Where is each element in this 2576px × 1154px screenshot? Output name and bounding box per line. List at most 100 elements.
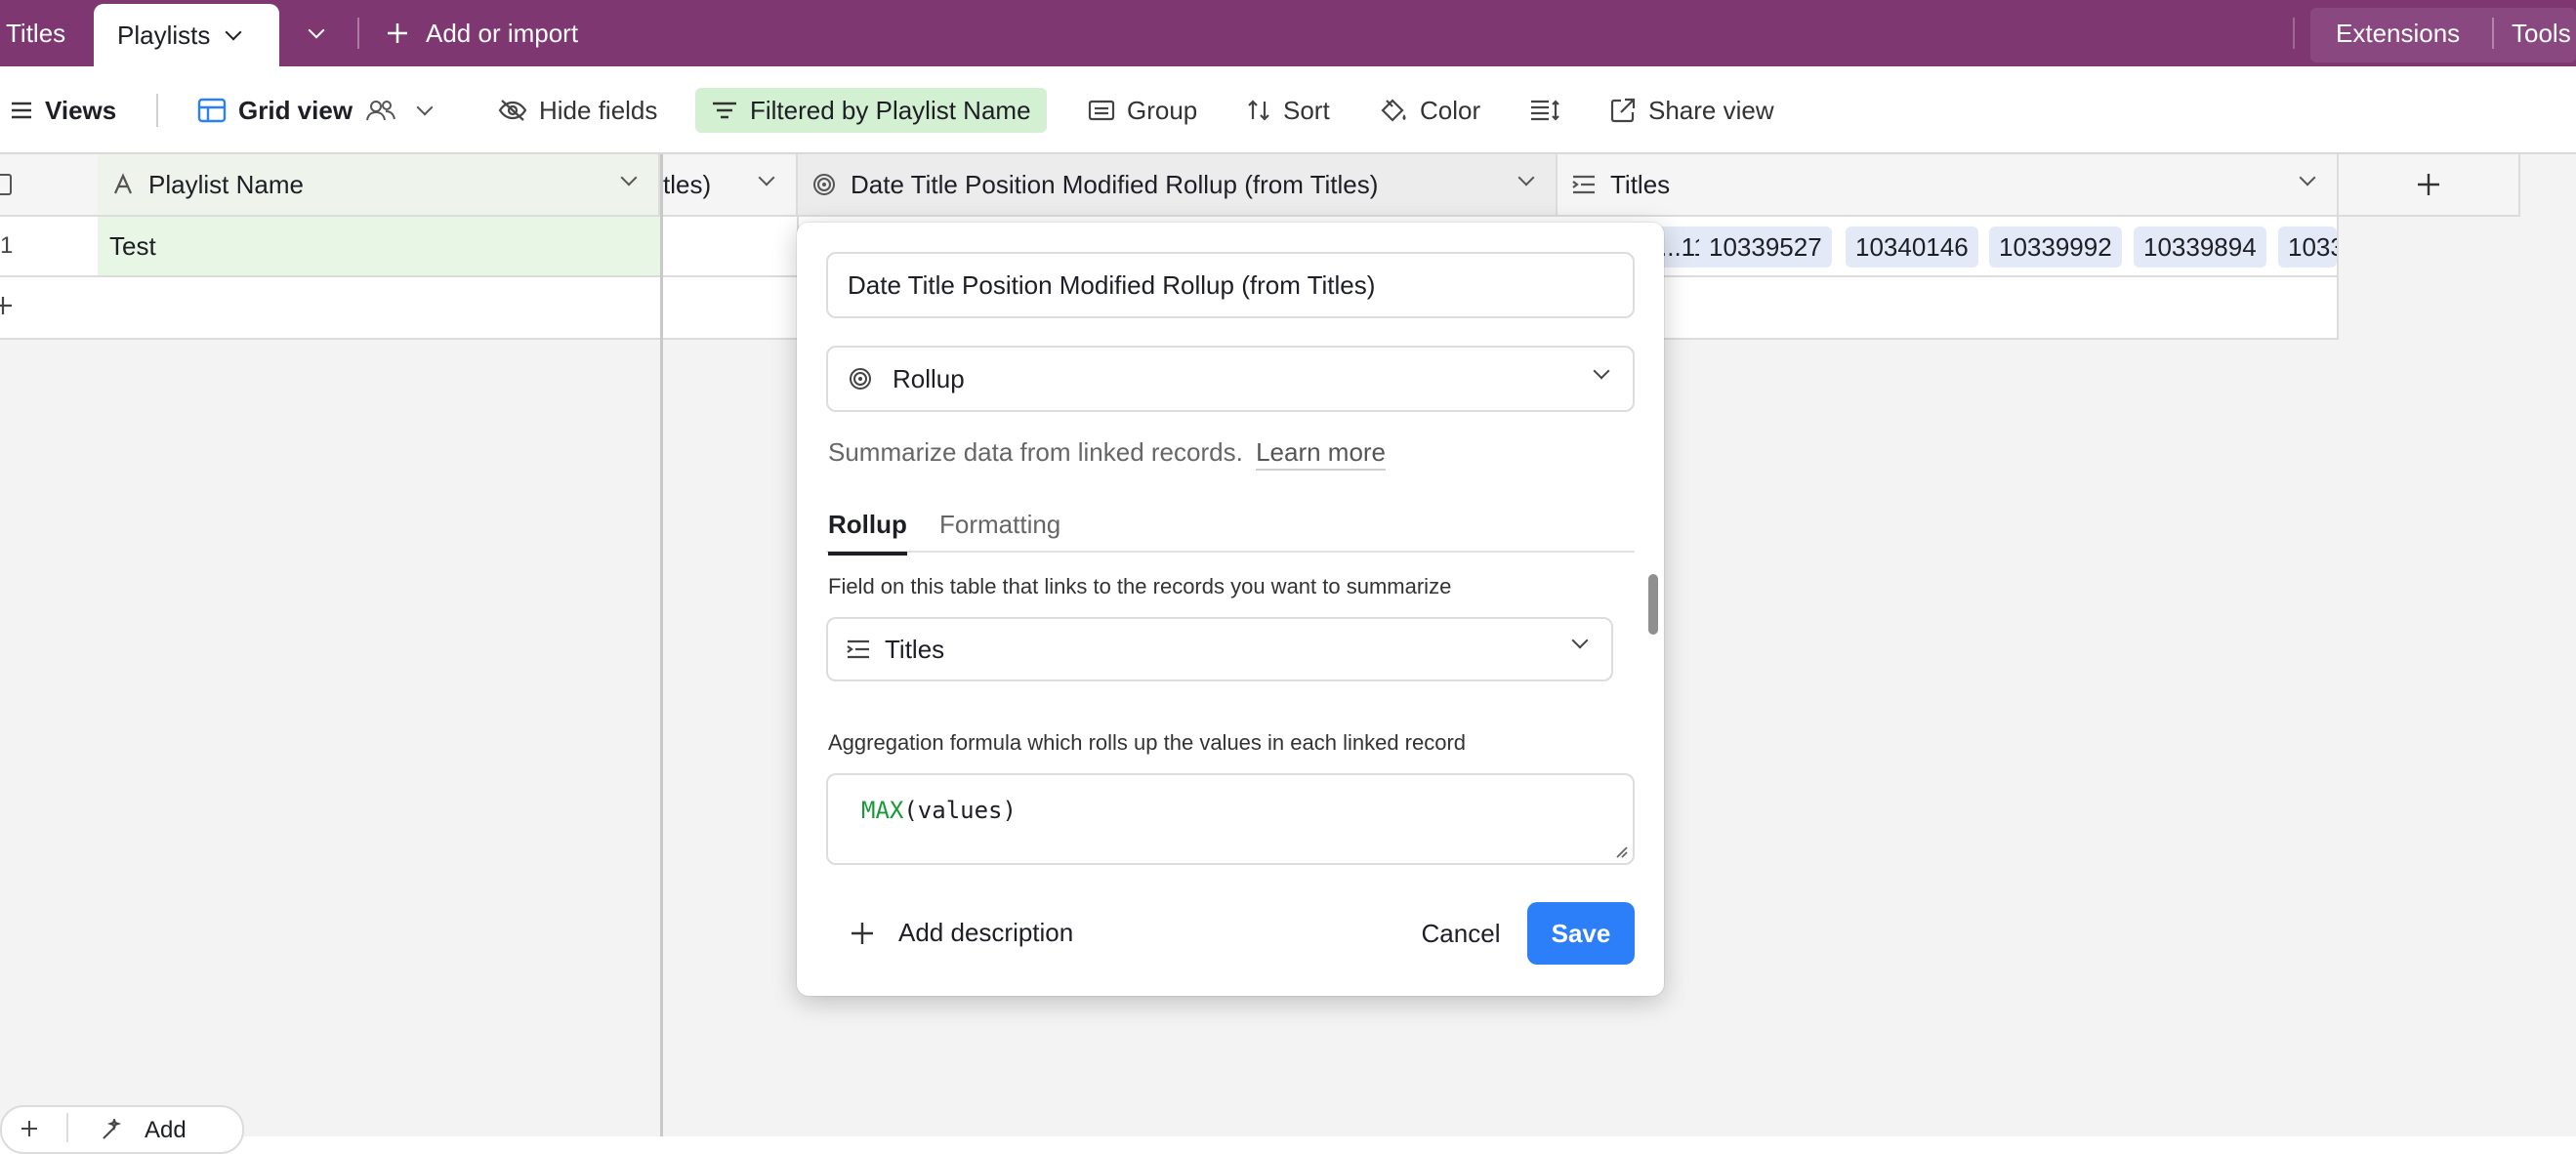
filter-label: Filtered by Playlist Name	[750, 95, 1031, 125]
tab-rollup-label: Rollup	[828, 510, 907, 539]
grid-view-button[interactable]: Grid view	[197, 88, 434, 133]
column-header-date-title-rollup[interactable]: Date Title Position Modified Rollup (fro…	[798, 154, 1558, 215]
hamburger-icon	[12, 102, 31, 119]
linked-record-chip[interactable]: 1033...	[2278, 227, 2337, 268]
cell-playlist-name[interactable]: Test	[98, 217, 660, 275]
field-name-value: Date Title Position Modified Rollup (fro…	[848, 269, 1376, 300]
chevron-down-icon	[308, 21, 325, 39]
group-icon	[1088, 100, 1115, 121]
tools-button[interactable]: Tools	[2512, 0, 2571, 66]
share-icon	[1610, 98, 1636, 123]
formula-text: MAX(values)	[861, 797, 1017, 824]
learn-more-link[interactable]: Learn more	[1256, 437, 1387, 471]
tab-rollup[interactable]: Rollup	[828, 510, 907, 556]
grid-icon	[197, 98, 227, 123]
field-name-input[interactable]: Date Title Position Modified Rollup (fro…	[826, 252, 1635, 318]
formula-textarea[interactable]: MAX(values)	[826, 773, 1635, 865]
plus-icon	[0, 297, 12, 314]
divider	[357, 18, 359, 49]
chevron-down-icon[interactable]	[620, 169, 638, 186]
chevron-down-icon	[1593, 362, 1610, 380]
add-or-import-button[interactable]: Add or import	[385, 0, 578, 66]
base-tab-bar: Titles Playlists Add or import Extension…	[0, 0, 2576, 66]
divider	[156, 94, 158, 127]
linked-record-chip[interactable]: 10340146	[1846, 227, 1978, 268]
cancel-label: Cancel	[1421, 918, 1501, 948]
chevron-down-icon	[1571, 632, 1589, 649]
views-button[interactable]: Views	[10, 88, 116, 133]
bottom-add-label: Add	[145, 1117, 187, 1143]
divider	[66, 1113, 68, 1142]
link-field-label: Field on this table that links to the re…	[828, 574, 1451, 599]
divider	[2293, 18, 2295, 49]
tab-formatting[interactable]: Formatting	[939, 510, 1060, 540]
chip-label: 10339992	[1999, 231, 2112, 262]
add-field-button[interactable]	[2339, 154, 2520, 217]
views-label: Views	[45, 95, 117, 125]
sort-icon	[1248, 100, 1269, 121]
linked-record-chip[interactable]: 10339527	[1699, 227, 1832, 268]
frozen-header-row: Playlist Name	[0, 154, 660, 217]
plus-icon	[852, 922, 873, 944]
chip-label: 10340146	[1855, 231, 1969, 262]
chevron-down-icon	[225, 23, 242, 41]
chevron-down-icon[interactable]	[758, 169, 775, 186]
tab-playlists[interactable]: Playlists	[94, 4, 279, 66]
column-header-partial[interactable]: tles)	[663, 154, 798, 215]
tab-titles[interactable]: Titles	[6, 0, 65, 66]
select-all-checkbox[interactable]	[0, 174, 12, 195]
more-tables-button[interactable]	[308, 0, 325, 66]
link-field-value: Titles	[885, 634, 945, 664]
formula-arguments: (values)	[903, 797, 1017, 824]
chip-label: 10339894	[2143, 231, 2257, 262]
extensions-label: Extensions	[2336, 18, 2461, 48]
view-toolbar: Views Grid view Hide fields Filtered by …	[0, 66, 2576, 154]
divider	[2492, 18, 2494, 49]
paint-bucket-icon	[1381, 99, 1406, 122]
filter-button[interactable]: Filtered by Playlist Name	[695, 88, 1047, 133]
bottom-add-bar[interactable]: Add	[0, 1105, 244, 1154]
linked-record-chip[interactable]: 10339992	[1989, 227, 2122, 268]
sort-button[interactable]: Sort	[1246, 88, 1330, 133]
field-type-select[interactable]: Rollup	[826, 346, 1635, 412]
chip-label: 1033...	[2288, 231, 2337, 262]
column-header-titles[interactable]: Titles	[1558, 154, 2339, 215]
chevron-down-icon[interactable]	[1517, 169, 1535, 186]
link-field-select[interactable]: Titles	[826, 617, 1613, 681]
row-height-button[interactable]	[1529, 88, 1560, 133]
column-header-label: tles)	[663, 169, 712, 199]
cancel-button[interactable]: Cancel	[1406, 902, 1516, 965]
linked-record-chip[interactable]: 10339894	[2134, 227, 2266, 268]
link-field-icon	[1572, 175, 1595, 194]
header-row: tles) Date Title Position Modified Rollu…	[663, 154, 2339, 217]
resize-handle-icon[interactable]	[1613, 844, 1629, 859]
description-text: Summarize data from linked records.	[828, 437, 1243, 467]
table-row[interactable]: 1 Test	[0, 217, 660, 277]
color-button[interactable]: Color	[1379, 88, 1480, 133]
sort-label: Sort	[1283, 95, 1330, 125]
share-view-label: Share view	[1648, 95, 1774, 125]
extensions-button[interactable]: Extensions	[2336, 0, 2460, 66]
share-view-button[interactable]: Share view	[1609, 88, 1774, 133]
add-description-button[interactable]: Add description	[850, 918, 1073, 948]
hide-fields-label: Hide fields	[539, 95, 658, 125]
field-type-description: Summarize data from linked records. Lear…	[828, 437, 1387, 471]
chevron-down-icon[interactable]	[2299, 169, 2316, 186]
column-header-playlist-name[interactable]: Playlist Name	[98, 154, 660, 215]
plus-icon	[2418, 174, 2439, 195]
scrollbar-thumb[interactable]	[1648, 574, 1658, 635]
add-row[interactable]	[0, 277, 660, 340]
save-button[interactable]: Save	[1527, 902, 1635, 965]
chevron-down-icon[interactable]	[416, 99, 434, 116]
grid-view-label: Grid view	[238, 95, 353, 125]
field-config-dialog: Date Title Position Modified Rollup (fro…	[797, 223, 1664, 996]
plus-icon	[388, 23, 407, 43]
tab-playlists-label: Playlists	[117, 20, 211, 50]
hide-fields-button[interactable]: Hide fields	[498, 88, 657, 133]
group-button[interactable]: Group	[1088, 88, 1197, 133]
tab-formatting-label: Formatting	[939, 510, 1061, 539]
add-or-import-label: Add or import	[426, 18, 579, 48]
aggregation-label: Aggregation formula which rolls up the v…	[828, 730, 1466, 756]
link-field-icon	[847, 639, 869, 659]
tab-titles-label: Titles	[6, 18, 66, 48]
